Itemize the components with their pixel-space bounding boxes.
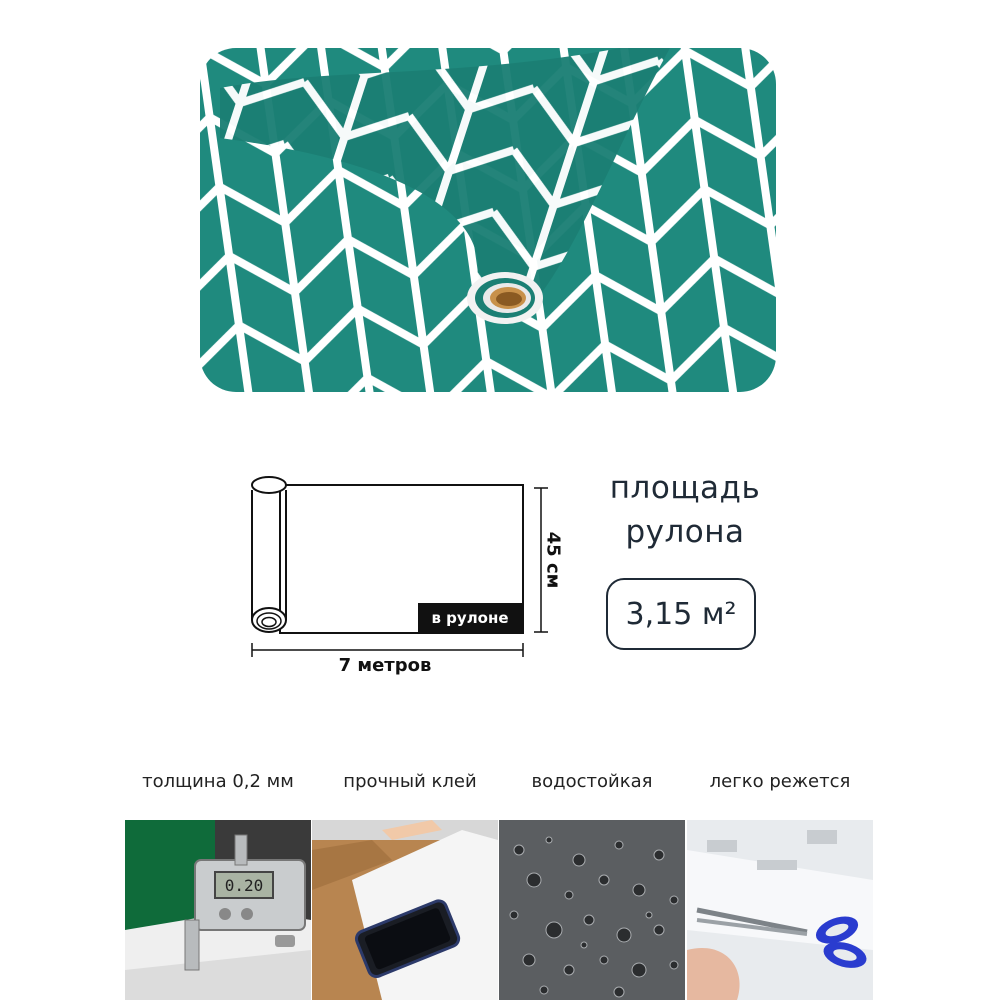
in-roll-badge: в рулоне	[418, 603, 522, 633]
feature-label-easy-cut: легко режется	[709, 771, 851, 792]
feature-label-adhesive: прочный клей	[343, 771, 477, 792]
area-title-line2: рулона	[625, 514, 745, 550]
product-hero-image	[200, 48, 776, 392]
area-title: площадь рулона	[580, 466, 790, 554]
water-droplets-image	[499, 820, 685, 1000]
scissors-cutting-image	[687, 820, 873, 1000]
area-value-badge: 3,15 м²	[606, 578, 756, 650]
width-label: 7 метров	[338, 655, 432, 676]
height-label: 45 см	[542, 531, 564, 589]
feature-label-thickness: толщина 0,2 мм	[142, 771, 294, 792]
phone-on-film-image	[312, 820, 498, 1000]
feature-label-waterproof: водостойкая	[531, 771, 653, 792]
area-title-line1: площадь	[609, 470, 761, 506]
caliper-image: 0.20	[125, 820, 311, 1000]
caliper-readout: 0.20	[225, 876, 264, 895]
